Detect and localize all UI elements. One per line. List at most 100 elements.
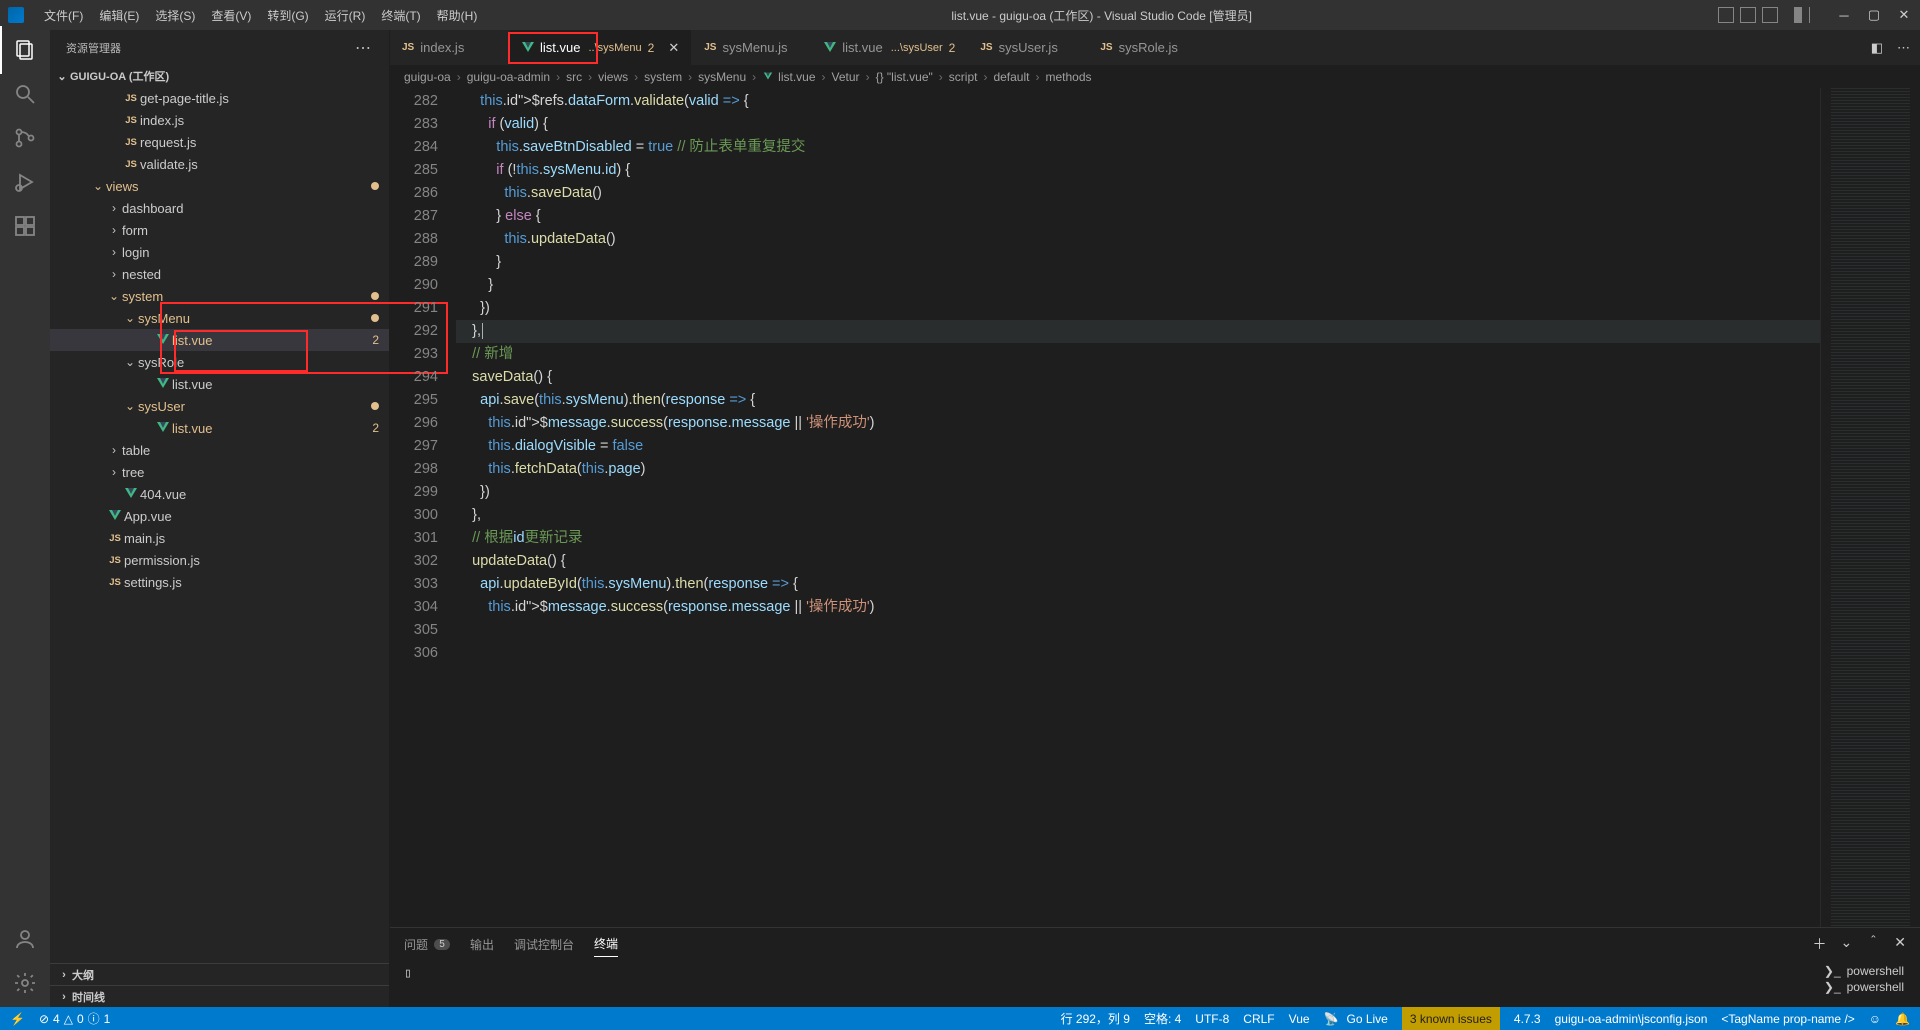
folder-nested[interactable]: ›nested xyxy=(50,263,389,285)
close-button[interactable]: ✕ xyxy=(1896,7,1912,23)
terminal-entry[interactable]: ❯_powershell xyxy=(1824,964,1904,978)
terminal-entry[interactable]: ❯_powershell xyxy=(1824,980,1904,994)
folder-sysUser[interactable]: ⌄sysUser xyxy=(50,395,389,417)
settings-icon[interactable] xyxy=(13,971,37,995)
file-validate.js[interactable]: JSvalidate.js xyxy=(50,153,389,175)
status-ts[interactable]: 4.7.3 xyxy=(1514,1012,1541,1026)
menu-item[interactable]: 帮助(H) xyxy=(429,7,486,24)
line-gutter: 2822832842852862872882892902912922932942… xyxy=(390,88,456,927)
breadcrumb-item[interactable]: system xyxy=(644,70,682,84)
status-encoding[interactable]: UTF-8 xyxy=(1195,1012,1229,1026)
file-main.js[interactable]: JSmain.js xyxy=(50,527,389,549)
file-request.js[interactable]: JSrequest.js xyxy=(50,131,389,153)
file-404.vue[interactable]: 404.vue xyxy=(50,483,389,505)
section-时间线[interactable]: ›时间线 xyxy=(50,985,389,1007)
menu-item[interactable]: 选择(S) xyxy=(147,7,203,24)
tab-index.js[interactable]: JSindex.js xyxy=(390,30,510,65)
folder-sysRole[interactable]: ⌄sysRole xyxy=(50,351,389,373)
folder-tree[interactable]: ›tree xyxy=(50,461,389,483)
extensions-icon[interactable] xyxy=(13,214,37,238)
vscode-logo xyxy=(8,7,24,23)
terminal-list[interactable]: ❯_powershell ❯_powershell xyxy=(1808,960,1920,1007)
breadcrumb-item[interactable]: list.vue xyxy=(762,70,815,84)
explorer-icon[interactable] xyxy=(13,38,37,62)
status-spaces[interactable]: 空格: 4 xyxy=(1144,1010,1181,1027)
status-issues[interactable]: 3 known issues xyxy=(1402,1007,1500,1030)
breadcrumb-item[interactable]: {} "list.vue" xyxy=(876,70,933,84)
tab-sysUser.js[interactable]: JSsysUser.js xyxy=(968,30,1088,65)
breadcrumb[interactable]: guigu-oa›guigu-oa-admin›src›views›system… xyxy=(390,66,1920,88)
tab-list.vue-sysMenu[interactable]: list.vue..\sysMenu2✕ xyxy=(510,30,692,65)
code-view[interactable]: this.id">$refs.dataForm.validate(valid =… xyxy=(456,88,1820,927)
status-golive[interactable]: 📡Go Live xyxy=(1324,1012,1388,1026)
file-App.vue[interactable]: App.vue xyxy=(50,505,389,527)
tab-list.vue-sysUser[interactable]: list.vue...\sysUser2 xyxy=(812,30,968,65)
menu-bar[interactable]: 文件(F)编辑(E)选择(S)查看(V)转到(G)运行(R)终端(T)帮助(H) xyxy=(36,7,485,24)
file-tree[interactable]: JSget-page-title.jsJSindex.jsJSrequest.j… xyxy=(50,87,389,963)
folder-views[interactable]: ⌄views xyxy=(50,175,389,197)
breadcrumb-item[interactable]: methods xyxy=(1045,70,1091,84)
sidebar-more-icon[interactable]: ⋯ xyxy=(355,38,373,58)
breadcrumb-item[interactable]: guigu-oa xyxy=(404,70,451,84)
panel-tab-调试控制台[interactable]: 调试控制台 xyxy=(514,936,574,953)
account-icon[interactable] xyxy=(13,927,37,951)
breadcrumb-item[interactable]: guigu-oa-admin xyxy=(467,70,550,84)
file-get-page-title.js[interactable]: JSget-page-title.js xyxy=(50,87,389,109)
terminal-dropdown-icon[interactable]: ⌄ xyxy=(1841,934,1853,954)
source-control-icon[interactable] xyxy=(13,126,37,150)
breadcrumb-item[interactable]: script xyxy=(949,70,978,84)
breadcrumb-item[interactable]: src xyxy=(566,70,582,84)
file-settings.js[interactable]: JSsettings.js xyxy=(50,571,389,593)
breadcrumb-item[interactable]: default xyxy=(993,70,1029,84)
file-list.vue[interactable]: list.vue2 xyxy=(50,417,389,439)
file-index.js[interactable]: JSindex.js xyxy=(50,109,389,131)
menu-item[interactable]: 转到(G) xyxy=(259,7,316,24)
menu-item[interactable]: 编辑(E) xyxy=(91,7,147,24)
status-jsconfig[interactable]: guigu-oa-admin\jsconfig.json xyxy=(1555,1012,1708,1026)
tab-sysRole.js[interactable]: JSsysRole.js xyxy=(1088,30,1208,65)
status-feedback[interactable]: ☺ xyxy=(1869,1012,1881,1026)
terminal-prompt[interactable]: ▯ xyxy=(390,960,426,1007)
folder-system[interactable]: ⌄system xyxy=(50,285,389,307)
status-line-col[interactable]: 行 292，列 9 xyxy=(1061,1010,1130,1027)
run-debug-icon[interactable] xyxy=(13,170,37,194)
panel-maximize-icon[interactable]: ＾ xyxy=(1866,934,1880,954)
status-problems[interactable]: ⊘4 △0 ⓘ1 xyxy=(39,1010,110,1027)
breadcrumb-item[interactable]: views xyxy=(598,70,628,84)
folder-table[interactable]: ›table xyxy=(50,439,389,461)
search-icon[interactable] xyxy=(13,82,37,106)
status-bell[interactable]: 🔔 xyxy=(1895,1012,1910,1026)
workspace-header[interactable]: ⌄GUIGU-OA (工作区) xyxy=(50,65,389,87)
panel-tabs: 问题5 输出 调试控制台 终端 ＋ ⌄ ＾ ✕ xyxy=(390,928,1920,960)
minimap[interactable] xyxy=(1820,88,1920,927)
split-editor-icon[interactable]: ◧ xyxy=(1871,40,1883,56)
folder-dashboard[interactable]: ›dashboard xyxy=(50,197,389,219)
status-eol[interactable]: CRLF xyxy=(1243,1012,1274,1026)
menu-item[interactable]: 运行(R) xyxy=(317,7,374,24)
file-list.vue[interactable]: list.vue xyxy=(50,373,389,395)
tab-more-icon[interactable]: ⋯ xyxy=(1897,40,1910,56)
panel-close-icon[interactable]: ✕ xyxy=(1894,934,1906,954)
status-tagname[interactable]: <TagName prop-name /> xyxy=(1721,1012,1854,1026)
folder-form[interactable]: ›form xyxy=(50,219,389,241)
file-permission.js[interactable]: JSpermission.js xyxy=(50,549,389,571)
folder-login[interactable]: ›login xyxy=(50,241,389,263)
menu-item[interactable]: 终端(T) xyxy=(373,7,428,24)
panel-tab-输出[interactable]: 输出 xyxy=(470,936,494,953)
section-大纲[interactable]: ›大纲 xyxy=(50,963,389,985)
status-language[interactable]: Vue xyxy=(1289,1012,1310,1026)
panel-tab-终端[interactable]: 终端 xyxy=(594,935,618,957)
breadcrumb-item[interactable]: sysMenu xyxy=(698,70,746,84)
maximize-button[interactable]: ▢ xyxy=(1866,7,1882,23)
layout-controls[interactable] xyxy=(1718,7,1810,23)
new-terminal-icon[interactable]: ＋ xyxy=(1813,934,1827,954)
menu-item[interactable]: 文件(F) xyxy=(36,7,91,24)
menu-item[interactable]: 查看(V) xyxy=(203,7,259,24)
file-list.vue[interactable]: list.vue2 xyxy=(50,329,389,351)
panel-tab-问题[interactable]: 问题5 xyxy=(404,936,450,953)
folder-sysMenu[interactable]: ⌄sysMenu xyxy=(50,307,389,329)
minimize-button[interactable]: ─ xyxy=(1836,8,1852,23)
breadcrumb-item[interactable]: Vetur xyxy=(832,70,860,84)
status-remote[interactable]: ⚡ xyxy=(10,1012,25,1026)
tab-sysMenu.js[interactable]: JSsysMenu.js xyxy=(692,30,812,65)
